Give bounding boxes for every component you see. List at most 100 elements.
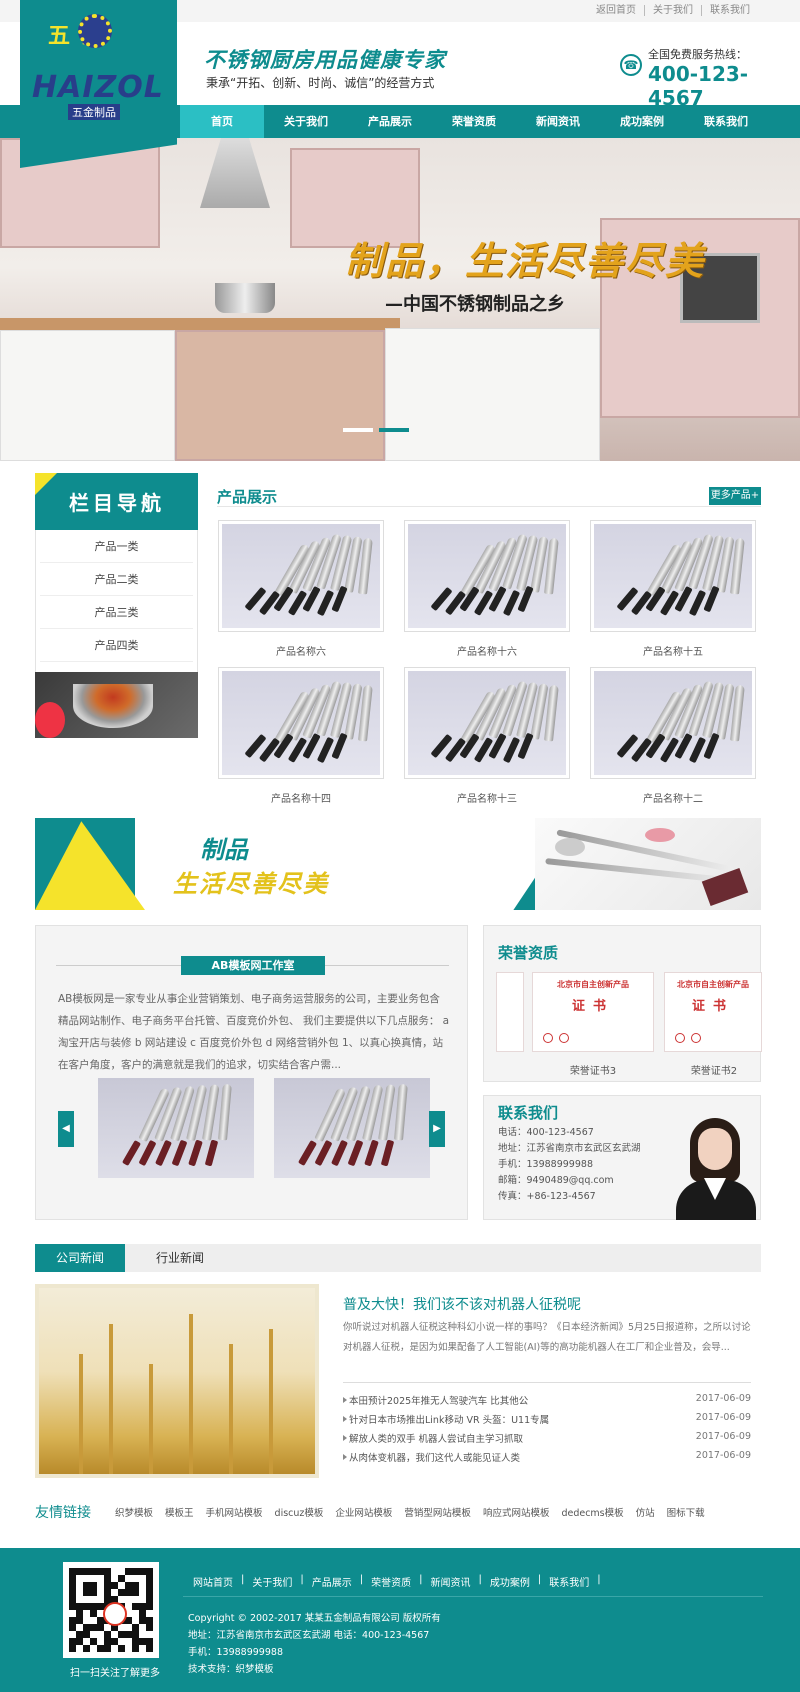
arrow-left-icon[interactable]: ◀: [58, 1111, 74, 1147]
about-product-image[interactable]: [98, 1078, 254, 1178]
news-item-title[interactable]: 解放人类的双手 机器人尝试自主学习抓取: [349, 1431, 523, 1445]
footer-link-contact[interactable]: 联系我们: [549, 1574, 589, 1589]
qr-cell: [118, 1631, 125, 1638]
certificate-name[interactable]: 荣誉证书3: [532, 1062, 654, 1077]
top-link-about[interactable]: 关于我们: [644, 5, 701, 16]
qr-cell: [76, 1631, 83, 1638]
friend-link[interactable]: 仿站: [636, 1505, 655, 1519]
qr-cell: [90, 1631, 97, 1638]
top-link-contact[interactable]: 联系我们: [701, 5, 758, 16]
customer-service-agent-image: [670, 1116, 758, 1220]
nav-item-about[interactable]: 关于我们: [264, 105, 348, 138]
agent-face: [698, 1128, 732, 1170]
footer-link-home[interactable]: 网站首页: [193, 1574, 233, 1589]
sidebar-item-2[interactable]: 产品二类: [40, 563, 193, 596]
friend-link[interactable]: 图标下载: [667, 1505, 705, 1519]
certificate-card[interactable]: 北京市自主创新产品 证书: [532, 972, 654, 1052]
product-name[interactable]: 产品名称十三: [404, 790, 570, 805]
qr-cell: [83, 1596, 90, 1603]
news-item-title[interactable]: 针对日本市场推出Link移动 VR 头盔：U11专属: [349, 1412, 549, 1426]
friend-link[interactable]: discuz模板: [275, 1505, 324, 1519]
product-name[interactable]: 产品名称十二: [590, 790, 756, 805]
friend-link[interactable]: 营销型网站模板: [404, 1505, 471, 1519]
qr-cell: [118, 1575, 125, 1582]
product-name[interactable]: 产品名称十六: [404, 643, 570, 658]
tab-industry-news[interactable]: 行业新闻: [135, 1244, 225, 1272]
certificate-card[interactable]: 北京市自主创新产品 证书: [664, 972, 762, 1052]
friend-link[interactable]: 手机网站模板: [206, 1505, 263, 1519]
footer-link-cases[interactable]: 成功案例: [490, 1574, 530, 1589]
qr-cell: [146, 1624, 153, 1631]
sidebar-item-3[interactable]: 产品三类: [40, 596, 193, 629]
news-wheat-image[interactable]: [35, 1284, 319, 1478]
promo-banner[interactable]: 制品 生活尽善尽美: [35, 818, 761, 910]
certificate-partial[interactable]: [496, 972, 524, 1052]
certificate-body: 证书: [691, 999, 734, 1014]
product-card[interactable]: [590, 520, 756, 632]
phone-number: 400-123-4567: [648, 62, 749, 110]
qr-cell: [146, 1603, 153, 1610]
friend-link[interactable]: 模板王: [165, 1505, 194, 1519]
qr-code[interactable]: [63, 1562, 159, 1658]
wheat-stalk: [109, 1324, 113, 1474]
hero-banner[interactable]: 制品，生活尽善尽美 —中国不锈钢制品之乡: [0, 138, 800, 461]
product-image: [408, 524, 566, 628]
top-link-home[interactable]: 返回首页: [588, 5, 644, 16]
nav-item-products[interactable]: 产品展示: [348, 105, 432, 138]
product-name[interactable]: 产品名称十五: [590, 643, 756, 658]
nav-item-cases[interactable]: 成功案例: [600, 105, 684, 138]
top-links: 返回首页 关于我们 联系我们: [588, 5, 758, 16]
products-more-button[interactable]: 更多产品+: [709, 487, 761, 505]
qr-cell: [139, 1582, 146, 1589]
product-card[interactable]: [218, 520, 384, 632]
utensil-handle: [138, 1139, 157, 1167]
utensil-shape: [394, 1083, 408, 1141]
banner-dot-active[interactable]: [379, 428, 409, 432]
product-name[interactable]: 产品名称六: [218, 643, 384, 658]
news-item-title[interactable]: 本田预计2025年推无人驾驶汽车 比其他公: [349, 1393, 528, 1407]
qr-cell: [146, 1582, 153, 1589]
qr-cell: [90, 1568, 97, 1575]
friend-link[interactable]: 企业网站模板: [335, 1505, 392, 1519]
about-product-image[interactable]: [274, 1078, 430, 1178]
qr-cell: [146, 1589, 153, 1596]
friend-link[interactable]: dedecms模板: [561, 1505, 623, 1519]
product-card[interactable]: [218, 667, 384, 779]
seal-icon: [559, 1033, 569, 1043]
footer-link-products[interactable]: 产品展示: [312, 1574, 352, 1589]
banner-pot: [215, 283, 275, 313]
qr-cell: [132, 1631, 139, 1638]
nav-item-honor[interactable]: 荣誉资质: [432, 105, 516, 138]
sidebar-item-1[interactable]: 产品一类: [40, 530, 193, 563]
friend-link[interactable]: 织梦模板: [115, 1505, 153, 1519]
promo-line-2: 生活尽善尽美: [173, 869, 329, 898]
nav-item-contact[interactable]: 联系我们: [684, 105, 768, 138]
news-headline[interactable]: 普及大快！我们该不该对机器人征税呢: [343, 1294, 581, 1314]
product-card[interactable]: [404, 667, 570, 779]
product-card[interactable]: [404, 520, 570, 632]
utensil-shape: [218, 1083, 232, 1141]
qr-cell: [139, 1603, 146, 1610]
product-name[interactable]: 产品名称十四: [218, 790, 384, 805]
utensil-handle: [188, 1139, 203, 1167]
nav-item-home[interactable]: 首页: [180, 105, 264, 138]
footer-link-honor[interactable]: 荣誉资质: [371, 1574, 411, 1589]
site-logo[interactable]: 五 金 HAIZOL 五金制品: [20, 0, 177, 168]
footer-support[interactable]: 技术支持：织梦模板: [188, 1661, 274, 1675]
arrow-right-icon[interactable]: ▶: [429, 1111, 445, 1147]
friend-links: 织梦模板 模板王 手机网站模板 discuz模板 企业网站模板 营销型网站模板 …: [115, 1505, 717, 1519]
product-card[interactable]: [590, 667, 756, 779]
about-title[interactable]: AB模板网工作室: [181, 956, 325, 975]
news-item-title[interactable]: 从肉体变机器，我们这代人或能见证人类: [349, 1450, 520, 1464]
header-slogan: 不锈钢厨房用品健康专家: [204, 47, 446, 72]
footer-link-about[interactable]: 关于我们: [252, 1574, 292, 1589]
sidebar-item-4[interactable]: 产品四类: [40, 629, 193, 662]
footer-link-news[interactable]: 新闻资讯: [431, 1574, 471, 1589]
friend-link[interactable]: 响应式网站模板: [483, 1505, 550, 1519]
certificate-name[interactable]: 荣誉证书2: [654, 1062, 774, 1077]
banner-dot[interactable]: [343, 428, 373, 432]
footer: 扫一扫关注了解更多 网站首页 | 关于我们 | 产品展示 | 荣誉资质 | 新闻资讯 | …: [0, 1548, 800, 1692]
nav-item-news[interactable]: 新闻资讯: [516, 105, 600, 138]
tab-company-news[interactable]: 公司新闻: [35, 1244, 125, 1272]
qr-cell: [146, 1617, 153, 1624]
